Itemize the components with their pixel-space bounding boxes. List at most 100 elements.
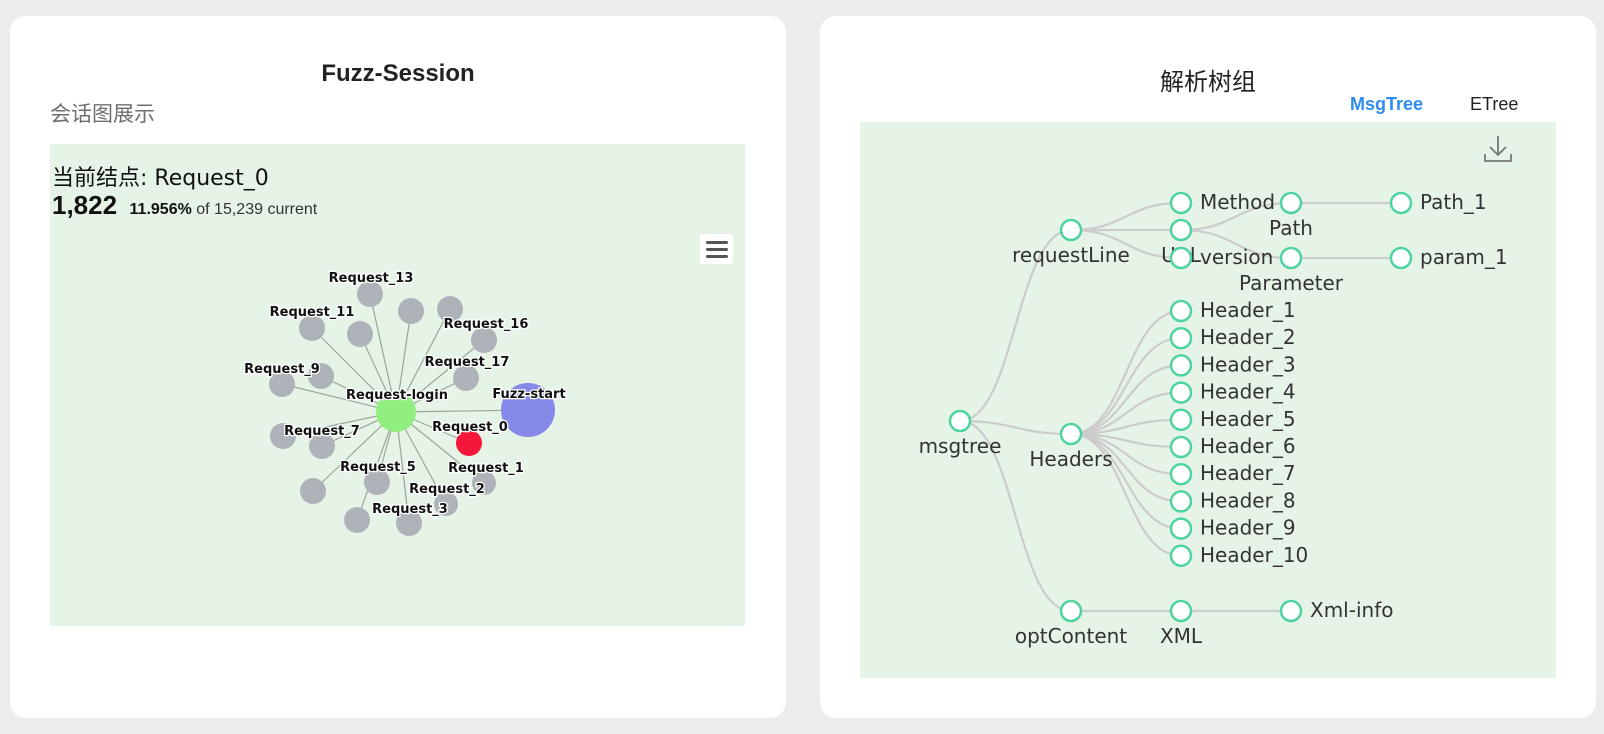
tree-node-label: Headers xyxy=(1029,447,1112,471)
tree-node-header-7[interactable]: Header_7 xyxy=(1169,461,1296,486)
tree-node-circle[interactable] xyxy=(1169,246,1193,270)
tree-node-header-4[interactable]: Header_4 xyxy=(1169,380,1296,404)
graph-nodes xyxy=(269,281,555,536)
graph-edge xyxy=(395,308,451,413)
parse-tree-panel[interactable]: MethodPath_1Pathparam_1ParameterURLversi… xyxy=(860,122,1556,678)
tree-node-xml-info[interactable]: Xml-info xyxy=(1279,598,1393,623)
tree-node-header-5[interactable]: Header_5 xyxy=(1169,407,1296,432)
tree-node-path-1[interactable]: Path_1 xyxy=(1389,190,1487,215)
card-title: 解析树组 xyxy=(1160,68,1256,96)
tree-node-optcontent[interactable]: optContent xyxy=(1015,599,1127,648)
graph-node-label: Request_16 xyxy=(444,317,529,332)
graph-node-request-9[interactable] xyxy=(269,371,295,397)
tree-node-circle[interactable] xyxy=(1169,517,1193,540)
tree-node-circle[interactable] xyxy=(1169,544,1193,568)
session-graph-panel[interactable]: 当前结点: Request_0 1,822 11.956% of 15,239 … xyxy=(50,144,745,626)
tree-node-circle[interactable] xyxy=(1279,599,1303,623)
tree-node-circle[interactable] xyxy=(1169,462,1193,486)
graph-node-request-6[interactable] xyxy=(300,478,326,504)
graph-node-request-12[interactable] xyxy=(347,321,373,347)
tree-node-header-9[interactable]: Header_9 xyxy=(1169,516,1296,540)
tree-node-label: Method xyxy=(1200,190,1275,214)
session-graph-subtitle: 会话图展示 xyxy=(50,102,155,126)
tree-node-label: requestLine xyxy=(1012,243,1130,267)
tree-node-circle[interactable] xyxy=(948,409,972,433)
hit-count: 1,822 xyxy=(52,190,118,220)
hamburger-icon xyxy=(705,247,728,251)
tree-node-circle[interactable] xyxy=(1169,408,1193,432)
graph-node-fuzz-start[interactable] xyxy=(501,383,555,437)
tree-node-circle[interactable] xyxy=(1059,218,1083,242)
graph-node-request-13[interactable] xyxy=(357,281,383,307)
current-node-label: 当前结点: Request_0 xyxy=(52,166,269,191)
tree-node-label: version xyxy=(1200,245,1273,269)
tree-node-path[interactable]: Path xyxy=(1269,191,1313,240)
graph-node-request-7[interactable] xyxy=(309,433,335,459)
chart-menu-button[interactable] xyxy=(700,234,733,264)
tree-node-circle[interactable] xyxy=(1169,381,1193,404)
tab-etree[interactable]: ETree xyxy=(1470,94,1518,115)
graph-node-request-4[interactable] xyxy=(344,507,370,533)
graph-edge xyxy=(376,411,397,483)
tree-node-label: Header_6 xyxy=(1200,434,1296,458)
graph-node-request-0[interactable] xyxy=(456,430,482,456)
graph-edge xyxy=(320,375,397,413)
graph-edge xyxy=(369,293,397,413)
tree-node-header-8[interactable]: Header_8 xyxy=(1169,488,1296,513)
graph-node-request-2[interactable] xyxy=(434,492,458,516)
graph-node-label: Request_2 xyxy=(409,482,485,497)
tree-node-xml[interactable]: XML xyxy=(1160,599,1203,648)
graph-node-request-14[interactable] xyxy=(398,298,424,324)
tree-node-headers[interactable]: Headers xyxy=(1029,422,1113,471)
graph-node-request-1[interactable] xyxy=(472,471,496,495)
graph-node-label: Request_0 xyxy=(432,420,508,435)
graph-node-label: Fuzz-start xyxy=(492,387,565,402)
tree-node-label: msgtree xyxy=(919,434,1002,458)
tree-node-circle[interactable] xyxy=(1169,599,1193,623)
tree-node-circle[interactable] xyxy=(1059,599,1083,623)
tree-node-circle[interactable] xyxy=(1169,490,1193,513)
parse-tree[interactable]: MethodPath_1Pathparam_1ParameterURLversi… xyxy=(860,122,1556,678)
tree-node-circle[interactable] xyxy=(1389,191,1413,215)
graph-node-request-8[interactable] xyxy=(270,423,296,449)
graph-node-request-5[interactable] xyxy=(364,469,390,495)
tree-node-requestline[interactable]: requestLine xyxy=(1012,218,1130,267)
tree-node-header-6[interactable]: Header_6 xyxy=(1169,434,1296,459)
graph-edge xyxy=(321,411,397,447)
tree-node-version[interactable]: version xyxy=(1169,245,1273,270)
graph-node-label: Request_9 xyxy=(244,362,320,377)
tree-link xyxy=(1070,201,1182,232)
tree-node-label: Header_9 xyxy=(1200,516,1296,540)
graph-node-request-16[interactable] xyxy=(471,327,497,353)
tree-node-msgtree[interactable]: msgtree xyxy=(919,409,1002,458)
tree-node-circle[interactable] xyxy=(1389,246,1413,270)
tree-node-method[interactable]: Method xyxy=(1169,190,1275,215)
tree-node-circle[interactable] xyxy=(1169,218,1193,242)
graph-node-request-3[interactable] xyxy=(396,510,422,536)
tree-node-header-2[interactable]: Header_2 xyxy=(1169,325,1296,350)
graph-edge xyxy=(359,333,397,413)
tree-node-label: Parameter xyxy=(1239,271,1344,295)
graph-node-request-10[interactable] xyxy=(308,363,334,389)
tree-node-circle[interactable] xyxy=(1169,299,1193,323)
tree-node-circle[interactable] xyxy=(1279,191,1303,215)
tree-node-circle[interactable] xyxy=(1169,326,1193,350)
tree-node-header-10[interactable]: Header_10 xyxy=(1169,543,1308,568)
tree-node-label: Header_7 xyxy=(1200,461,1296,485)
graph-node-request-11[interactable] xyxy=(299,315,325,341)
tree-node-circle[interactable] xyxy=(1059,422,1083,446)
tree-node-label: Xml-info xyxy=(1310,598,1393,622)
tree-node-circle[interactable] xyxy=(1169,191,1193,215)
tree-node-header-3[interactable]: Header_3 xyxy=(1169,352,1296,377)
tree-node-circle[interactable] xyxy=(1169,354,1193,377)
graph-node-label: Request_1 xyxy=(448,461,524,476)
graph-node-request-17[interactable] xyxy=(453,365,479,391)
tree-node-circle[interactable] xyxy=(1279,246,1303,270)
tree-node-param-1[interactable]: param_1 xyxy=(1389,245,1508,270)
graph-node-request-login[interactable] xyxy=(376,392,416,432)
tree-node-circle[interactable] xyxy=(1169,435,1193,459)
tree-node-label: Header_5 xyxy=(1200,407,1296,431)
tab-msgtree[interactable]: MsgTree xyxy=(1350,94,1423,115)
tree-node-header-1[interactable]: Header_1 xyxy=(1169,298,1296,323)
graph-node-request-15[interactable] xyxy=(437,296,463,322)
